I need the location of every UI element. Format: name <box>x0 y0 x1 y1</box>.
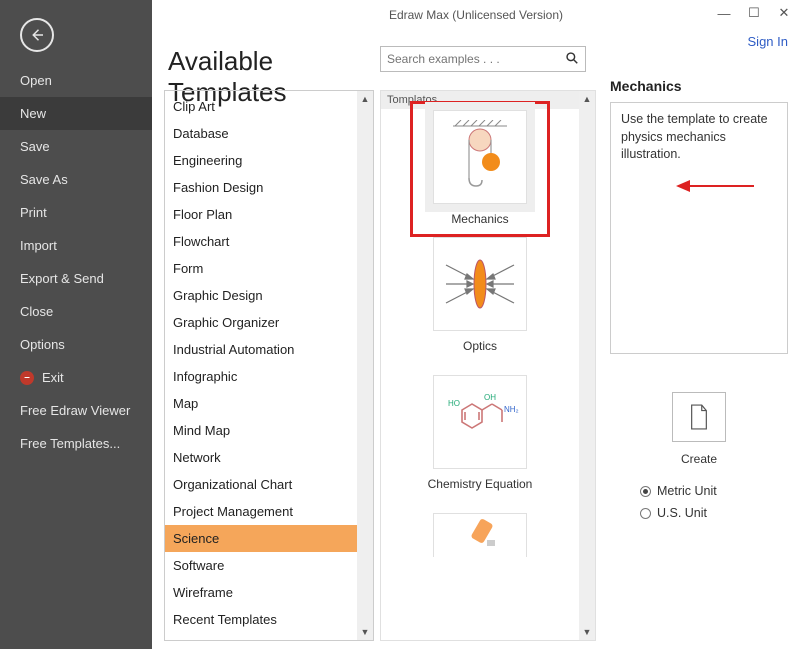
svg-text:HO: HO <box>448 399 460 408</box>
category-item-map[interactable]: Map <box>165 390 373 417</box>
sidebar-item-label: Exit <box>42 370 64 385</box>
sidebar-item-export-send[interactable]: Export & Send <box>0 262 152 295</box>
templates-scrollbar[interactable]: ▲ ▼ <box>579 91 595 640</box>
close-window-button[interactable]: ✕ <box>774 4 794 22</box>
sidebar-item-save-as[interactable]: Save As <box>0 163 152 196</box>
radio-icon <box>640 486 651 497</box>
search-box <box>380 46 586 72</box>
unit-option-metric-unit[interactable]: Metric Unit <box>640 484 788 498</box>
template-thumbnail-icon: HO OH NH₂ <box>433 375 527 469</box>
sidebar-item-label: Close <box>20 304 53 319</box>
category-item-clip-art[interactable]: Clip Art <box>165 93 373 120</box>
scroll-up-icon[interactable]: ▲ <box>358 92 372 106</box>
window-title: Edraw Max (Unlicensed Version) <box>389 8 563 22</box>
search-icon[interactable] <box>565 51 579 68</box>
sidebar-item-free-edraw-viewer[interactable]: Free Edraw Viewer <box>0 394 152 427</box>
template-thumbnail-icon <box>433 110 527 204</box>
sidebar-item-label: Free Templates... <box>20 436 120 451</box>
sidebar-item-import[interactable]: Import <box>0 229 152 262</box>
category-list: Clip ArtDatabaseEngineeringFashion Desig… <box>164 90 374 641</box>
sidebar-item-label: Print <box>20 205 47 220</box>
exit-icon: – <box>20 371 34 385</box>
template-label: Chemistry Equation <box>428 477 533 491</box>
sidebar-item-close[interactable]: Close <box>0 295 152 328</box>
category-item-infographic[interactable]: Infographic <box>165 363 373 390</box>
sidebar-item-label: Save <box>20 139 50 154</box>
sign-in-link[interactable]: Sign In <box>748 34 788 49</box>
category-item-form[interactable]: Form <box>165 255 373 282</box>
sidebar-item-open[interactable]: Open <box>0 64 152 97</box>
scroll-up-icon[interactable]: ▲ <box>580 92 594 106</box>
detail-title: Mechanics <box>610 78 788 94</box>
sidebar-item-save[interactable]: Save <box>0 130 152 163</box>
template-thumbnail-icon <box>433 237 527 331</box>
create-button[interactable] <box>672 392 726 442</box>
back-button[interactable] <box>20 18 54 52</box>
template-label: Optics <box>463 339 497 353</box>
template-label: Mechanics <box>451 212 508 226</box>
scroll-down-icon[interactable]: ▼ <box>580 625 594 639</box>
main-area: Edraw Max (Unlicensed Version) — ☐ ✕ Sig… <box>152 0 800 649</box>
sidebar-item-label: Export & Send <box>20 271 104 286</box>
category-item-network[interactable]: Network <box>165 444 373 471</box>
minimize-button[interactable]: — <box>714 4 734 22</box>
unit-option-u-s-unit[interactable]: U.S. Unit <box>640 506 788 520</box>
radio-icon <box>640 508 651 519</box>
category-item-wireframe[interactable]: Wireframe <box>165 579 373 606</box>
scroll-down-icon[interactable]: ▼ <box>358 625 372 639</box>
category-item-organizational-chart[interactable]: Organizational Chart <box>165 471 373 498</box>
category-item-graphic-organizer[interactable]: Graphic Organizer <box>165 309 373 336</box>
category-item-mind-map[interactable]: Mind Map <box>165 417 373 444</box>
search-input[interactable] <box>387 52 565 66</box>
sidebar-item-options[interactable]: Options <box>0 328 152 361</box>
unit-label: U.S. Unit <box>657 506 707 520</box>
template-card-partial[interactable] <box>415 513 545 557</box>
sidebar-item-free-templates[interactable]: Free Templates... <box>0 427 152 460</box>
title-bar: Edraw Max (Unlicensed Version) — ☐ ✕ <box>152 0 800 30</box>
sidebar-item-label: Open <box>20 73 52 88</box>
category-item-graphic-design[interactable]: Graphic Design <box>165 282 373 309</box>
category-item-science[interactable]: Science <box>165 525 373 552</box>
create-label: Create <box>681 452 717 466</box>
category-item-software[interactable]: Software <box>165 552 373 579</box>
file-menu-sidebar: Open New Save Save As Print Import Export & Se… <box>0 0 152 649</box>
sidebar-item-print[interactable]: Print <box>0 196 152 229</box>
sidebar-item-new[interactable]: New <box>0 97 152 130</box>
template-card-optics[interactable]: Optics <box>415 237 545 353</box>
sidebar-item-label: New <box>20 106 46 121</box>
category-item-fashion-design[interactable]: Fashion Design <box>165 174 373 201</box>
sidebar-item-label: Free Edraw Viewer <box>20 403 130 418</box>
template-card-chemistry-equation[interactable]: HO OH NH₂ Chemistry Equation <box>415 375 545 491</box>
category-item-industrial-automation[interactable]: Industrial Automation <box>165 336 373 363</box>
category-item-database[interactable]: Database <box>165 120 373 147</box>
sidebar-item-label: Options <box>20 337 65 352</box>
template-card-mechanics[interactable]: Mechanics <box>410 101 550 237</box>
back-arrow-icon <box>28 26 46 44</box>
template-thumbnail-icon <box>433 513 527 557</box>
maximize-button[interactable]: ☐ <box>744 4 764 22</box>
unit-label: Metric Unit <box>657 484 717 498</box>
sidebar-item-label: Import <box>20 238 57 253</box>
category-item-flowchart[interactable]: Flowchart <box>165 228 373 255</box>
category-item-recent-templates[interactable]: Recent Templates <box>165 606 373 633</box>
category-scrollbar[interactable]: ▲ ▼ <box>357 91 373 640</box>
svg-text:OH: OH <box>484 393 496 402</box>
document-icon <box>688 403 710 431</box>
sidebar-item-exit[interactable]: –Exit <box>0 361 152 394</box>
sidebar-item-label: Save As <box>20 172 68 187</box>
detail-description: Use the template to create physics mecha… <box>610 102 788 354</box>
category-item-engineering[interactable]: Engineering <box>165 147 373 174</box>
category-item-project-management[interactable]: Project Management <box>165 498 373 525</box>
templates-panel: Tomplatos MechanicsOpticsHOOHNH₂Chemistr… <box>380 90 596 641</box>
category-item-floor-plan[interactable]: Floor Plan <box>165 201 373 228</box>
svg-text:NH₂: NH₂ <box>504 405 519 414</box>
